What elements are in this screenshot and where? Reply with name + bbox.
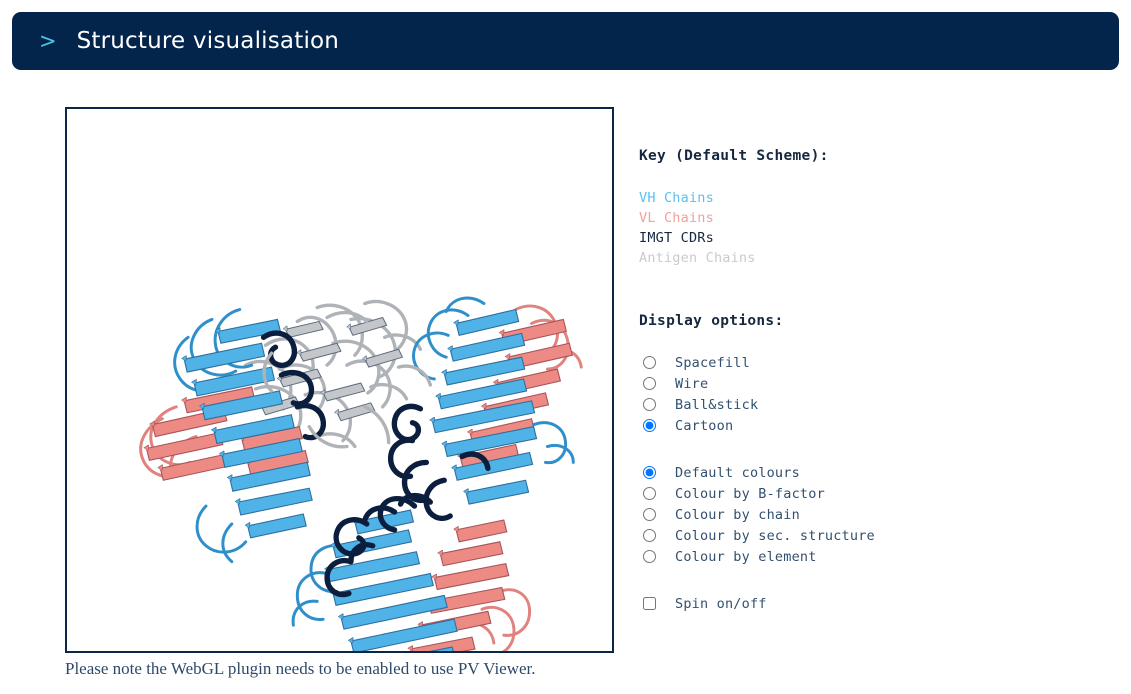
option-row-cartoon[interactable]: Cartoon <box>639 415 1099 436</box>
key-list: VH Chains VL Chains IMGT CDRs Antigen Ch… <box>639 188 1099 268</box>
option-row-colour-by-element[interactable]: Colour by element <box>639 546 1099 567</box>
option-row-default-colours[interactable]: Default colours <box>639 462 1099 483</box>
option-row-colour-by-bfactor[interactable]: Colour by B-factor <box>639 483 1099 504</box>
radio-cartoon[interactable] <box>643 419 656 432</box>
key-item-antigen-chains: Antigen Chains <box>639 248 1099 268</box>
page-title: Structure visualisation <box>76 28 340 54</box>
label-default-colours[interactable]: Default colours <box>675 465 800 481</box>
label-ballstick[interactable]: Ball&stick <box>675 397 758 413</box>
radio-colour-by-element[interactable] <box>643 550 656 563</box>
label-spacefill[interactable]: Spacefill <box>675 355 750 371</box>
label-colour-by-element[interactable]: Colour by element <box>675 549 817 565</box>
key-label-vl-chains: VL Chains <box>639 210 714 226</box>
fab-arm-lower <box>291 492 532 651</box>
label-spin-on-off[interactable]: Spin on/off <box>675 596 767 612</box>
key-label-vh-chains: VH Chains <box>639 190 714 206</box>
key-item-vh-chains: VH Chains <box>639 188 1099 208</box>
viewer-controls-panel: Key (Default Scheme): VH Chains VL Chain… <box>639 107 1099 614</box>
label-colour-by-chain[interactable]: Colour by chain <box>675 507 800 523</box>
molecule-render-canvas[interactable]: .vh { fill:#4FB3E8; stroke:#2E6F9E; stro… <box>67 109 612 651</box>
key-section: Key (Default Scheme): VH Chains VL Chain… <box>639 148 1099 268</box>
radio-colour-by-sec-structure[interactable] <box>643 529 656 542</box>
label-colour-by-sec-structure[interactable]: Colour by sec. structure <box>675 528 875 544</box>
page-header-bar: > Structure visualisation <box>12 12 1119 70</box>
checkbox-spin-on-off[interactable] <box>643 597 656 610</box>
option-row-colour-by-sec-structure[interactable]: Colour by sec. structure <box>639 525 1099 546</box>
key-item-imgt-cdrs: IMGT CDRs <box>639 228 1099 248</box>
webgl-notice-caption: Please note the WebGL plugin needs to be… <box>65 659 536 678</box>
representation-radio-group: Spacefill Wire Ball&stick Cartoon <box>639 352 1099 436</box>
option-row-wire[interactable]: Wire <box>639 373 1099 394</box>
display-options-heading: Display options: <box>639 313 784 329</box>
structure-viewer-panel[interactable]: .vh { fill:#4FB3E8; stroke:#2E6F9E; stro… <box>65 107 614 653</box>
fab-arm-left <box>139 308 327 564</box>
label-colour-by-bfactor[interactable]: Colour by B-factor <box>675 486 825 502</box>
radio-colour-by-bfactor[interactable] <box>643 487 656 500</box>
radio-wire[interactable] <box>643 377 656 390</box>
radio-default-colours[interactable] <box>643 466 656 479</box>
colouring-radio-group: Default colours Colour by B-factor Colou… <box>639 462 1099 567</box>
key-label-imgt-cdrs: IMGT CDRs <box>639 230 714 246</box>
spin-toggle-group: Spin on/off <box>639 593 1099 614</box>
fab-arm-upper-right <box>387 296 583 521</box>
key-heading: Key (Default Scheme): <box>639 148 829 164</box>
option-row-ballstick[interactable]: Ball&stick <box>639 394 1099 415</box>
chevron-right-icon[interactable]: > <box>39 30 57 52</box>
key-label-antigen-chains: Antigen Chains <box>639 250 756 266</box>
label-cartoon[interactable]: Cartoon <box>675 418 733 434</box>
option-row-spacefill[interactable]: Spacefill <box>639 352 1099 373</box>
key-item-vl-chains: VL Chains <box>639 208 1099 228</box>
radio-ballstick[interactable] <box>643 398 656 411</box>
label-wire[interactable]: Wire <box>675 376 708 392</box>
option-row-spin[interactable]: Spin on/off <box>639 593 1099 614</box>
radio-colour-by-chain[interactable] <box>643 508 656 521</box>
radio-spacefill[interactable] <box>643 356 656 369</box>
display-options-section: Display options: Spacefill Wire Ball&sti… <box>639 313 1099 614</box>
option-row-colour-by-chain[interactable]: Colour by chain <box>639 504 1099 525</box>
